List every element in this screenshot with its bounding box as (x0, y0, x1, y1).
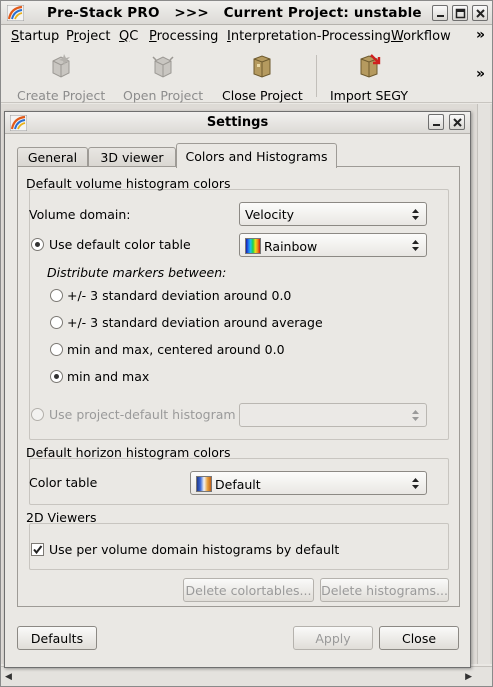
distribute-option-3-radio[interactable] (50, 343, 63, 356)
create-project-icon (52, 54, 71, 78)
project-default-histogram-select[interactable] (239, 403, 427, 427)
settings-dialog: Settings General 3D viewer Colors and Hi… (4, 111, 471, 668)
apply-button[interactable]: Apply (293, 626, 373, 650)
import-segy-icon (360, 54, 381, 78)
dialog-title: Settings (206, 115, 269, 130)
toolbar: Create Project Open Project Close Projec… (1, 49, 492, 103)
main-vertical-scrollbar[interactable] (477, 104, 490, 664)
per-domain-histograms-label: Use per volume domain histograms by defa… (49, 542, 340, 557)
scroll-left-icon[interactable]: ◀ (5, 672, 12, 682)
distribute-markers-label: Distribute markers between: (47, 265, 227, 280)
main-titlebar[interactable]: Pre-Stack PRO >>> Current Project: unsta… (1, 1, 492, 25)
open-project-icon (152, 56, 174, 78)
horizon-color-table-label: Color table (29, 475, 98, 490)
maximize-icon (455, 8, 466, 19)
distribute-option-2-label: +/- 3 standard deviation around average (67, 315, 323, 330)
updown-arrows-icon (412, 478, 419, 489)
volume-group-title: Default volume histogram colors (26, 176, 231, 191)
volume-domain-select[interactable]: Velocity (239, 202, 427, 226)
tab-general[interactable]: General (17, 147, 88, 167)
scroll-right-icon[interactable]: ▶ (465, 672, 472, 682)
menu-qc[interactable]: QC (119, 29, 138, 44)
updown-arrows-icon (412, 410, 419, 421)
close-icon (453, 118, 462, 127)
menu-overflow-button[interactable]: » (476, 27, 485, 43)
menu-processing[interactable]: Processing (149, 29, 218, 44)
toolbar-separator (316, 55, 317, 97)
delete-histograms-button[interactable]: Delete histograms... (320, 578, 449, 602)
menu-workflow[interactable]: Workflow (391, 29, 451, 44)
app-logo-icon (7, 5, 24, 21)
viewers-group-title: 2D Viewers (26, 510, 97, 525)
rainbow-colormap-icon (245, 238, 261, 254)
delete-colortables-button[interactable]: Delete colortables... (183, 578, 314, 602)
tab-panel-colors-histograms: Default volume histogram colors Volume d… (17, 166, 460, 607)
distribute-option-1-radio[interactable] (50, 289, 63, 302)
toolbar-overflow-button[interactable]: » (476, 66, 485, 82)
menu-project[interactable]: Project (66, 29, 111, 44)
distribute-option-4-radio[interactable] (50, 370, 63, 383)
updown-arrows-icon (412, 240, 419, 251)
default-colormap-icon (196, 476, 212, 492)
updown-arrows-icon (412, 209, 419, 220)
use-default-color-table-label: Use default color table (49, 237, 191, 252)
defaults-button[interactable]: Defaults (17, 626, 97, 650)
minimize-icon (437, 15, 444, 17)
volume-domain-label: Volume domain: (29, 207, 131, 222)
horizon-color-table-select[interactable]: Default (190, 471, 427, 495)
minimize-icon (433, 124, 440, 126)
close-project-icon (253, 55, 271, 78)
use-project-default-histogram-label: Use project-default histogram (49, 407, 236, 422)
per-domain-histograms-checkbox[interactable] (31, 543, 44, 556)
horizon-group-title: Default horizon histogram colors (26, 445, 231, 460)
use-default-color-table-radio[interactable] (31, 238, 44, 251)
distribute-option-2-radio[interactable] (50, 316, 63, 329)
maximize-button[interactable] (452, 5, 468, 21)
close-project-button[interactable]: Close Project (222, 53, 303, 103)
distribute-option-4-label: min and max (67, 369, 150, 384)
tab-colors-and-histograms[interactable]: Colors and Histograms (176, 143, 337, 168)
dialog-close-button[interactable] (449, 114, 465, 130)
open-project-button[interactable]: Open Project (123, 53, 203, 103)
checkmark-icon (33, 545, 43, 555)
use-project-default-histogram-radio[interactable] (31, 408, 44, 421)
minimize-button[interactable] (432, 5, 448, 21)
main-horizontal-scrollbar[interactable]: ◀ ▶ (1, 666, 492, 686)
menu-interpretation-processing[interactable]: Interpretation-Processing (227, 29, 391, 44)
dialog-minimize-button[interactable] (428, 114, 444, 130)
distribute-option-1-label: +/- 3 standard deviation around 0.0 (67, 288, 292, 303)
tab-3d-viewer[interactable]: 3D viewer (88, 147, 176, 167)
import-segy-button[interactable]: Import SEGY (330, 53, 408, 103)
distribute-option-3-label: min and max, centered around 0.0 (67, 342, 285, 357)
main-window-title: Pre-Stack PRO >>> Current Project: unsta… (47, 5, 422, 21)
menu-startup[interactable]: Startup (11, 29, 59, 44)
close-icon (476, 9, 485, 18)
volume-color-table-select[interactable]: Rainbow (239, 233, 427, 257)
close-button[interactable]: Close (379, 626, 459, 650)
create-project-button[interactable]: Create Project (17, 53, 105, 103)
dialog-titlebar[interactable]: Settings (5, 112, 470, 134)
menubar: Startup Project QC Processing Interpreta… (1, 26, 492, 48)
close-window-button[interactable] (472, 5, 488, 21)
